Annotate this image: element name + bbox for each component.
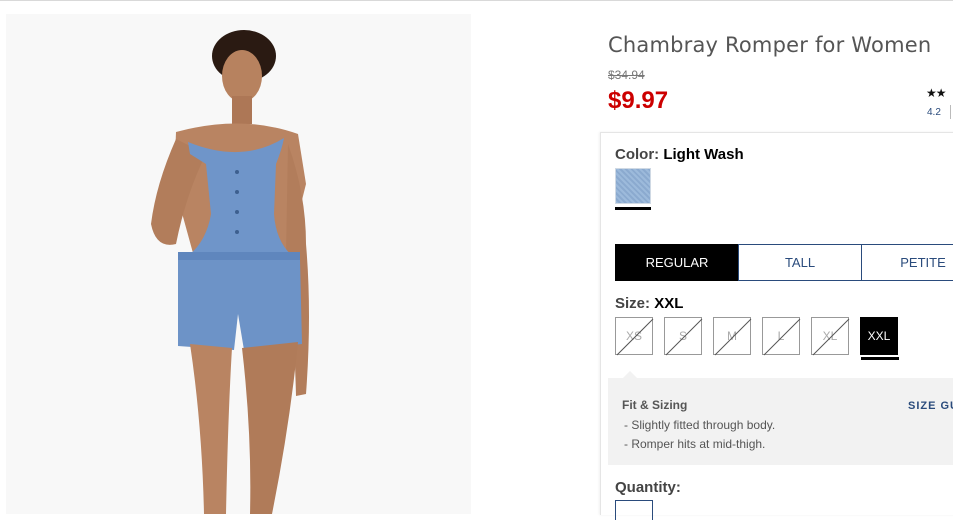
- tab-regular[interactable]: REGULAR: [615, 244, 739, 281]
- tab-tall[interactable]: TALL: [738, 244, 862, 281]
- unavailable-strike-icon: [665, 318, 703, 356]
- selected-size: XXL: [654, 295, 684, 312]
- fit-bullet: - Slightly fitted through body.: [624, 418, 776, 432]
- quantity-select[interactable]: [615, 500, 653, 520]
- sale-price: $9.97: [608, 87, 669, 114]
- unavailable-strike-icon: [763, 318, 801, 356]
- size-option-xs[interactable]: XS: [615, 317, 654, 356]
- selected-size-indicator: [861, 357, 899, 360]
- size-option-s[interactable]: S: [664, 317, 703, 356]
- original-price: $34.94: [608, 68, 645, 82]
- model-photo-illustration: [6, 14, 471, 514]
- size-option-m[interactable]: M: [713, 317, 752, 356]
- fit-bullet: - Romper hits at mid-thigh.: [624, 437, 766, 451]
- color-label: Color: Light Wash: [615, 146, 744, 163]
- fit-type-tabs: REGULAR TALL PETITE: [615, 244, 953, 281]
- product-image[interactable]: [6, 14, 471, 514]
- unavailable-strike-icon: [714, 318, 752, 356]
- size-option-l[interactable]: L: [762, 317, 801, 356]
- color-label-text: Color:: [615, 146, 660, 163]
- top-divider: [0, 0, 953, 1]
- rating-divider: [950, 105, 951, 119]
- size-label-text: Size:: [615, 295, 651, 312]
- unavailable-strike-icon: [812, 318, 850, 356]
- size-guide-link[interactable]: SIZE GU: [908, 400, 953, 412]
- size-label: Size: XXL: [615, 295, 683, 312]
- rating-stars-icon[interactable]: ★★: [926, 86, 946, 100]
- size-options: XS S M L XL XXL: [615, 317, 909, 356]
- selected-swatch-indicator: [615, 207, 651, 210]
- tab-petite[interactable]: PETITE: [861, 244, 953, 281]
- product-title: Chambray Romper for Women: [608, 33, 932, 57]
- size-option-xl[interactable]: XL: [811, 317, 850, 356]
- selected-color: Light Wash: [663, 146, 744, 163]
- quantity-label: Quantity:: [615, 479, 681, 496]
- size-option-xxl[interactable]: XXL: [860, 317, 898, 355]
- unavailable-strike-icon: [616, 318, 654, 356]
- rating-value[interactable]: 4.2: [927, 107, 941, 118]
- color-swatch-light-wash[interactable]: [615, 168, 651, 204]
- fit-sizing-title: Fit & Sizing: [622, 398, 688, 412]
- size-option-label: XXL: [867, 329, 891, 343]
